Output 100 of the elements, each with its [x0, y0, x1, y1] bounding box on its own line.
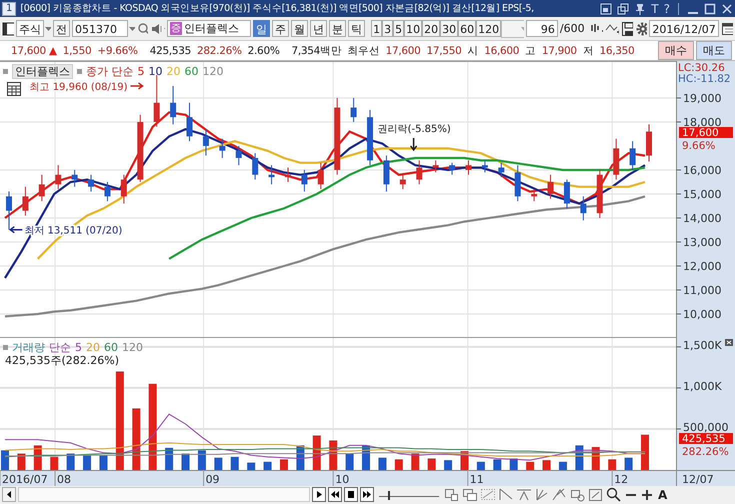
- bar: [1, 450, 9, 470]
- candlestick: [482, 160, 488, 173]
- period-tab[interactable]: 월: [290, 20, 308, 37]
- rewind-icon[interactable]: [328, 487, 342, 502]
- interval-button[interactable]: 30: [440, 20, 458, 37]
- bar: [493, 459, 502, 470]
- stock-code-field[interactable]: 051370: [72, 20, 128, 37]
- scrollbar[interactable]: [18, 487, 310, 502]
- interval-button[interactable]: 20: [422, 20, 440, 37]
- table-icon[interactable]: [7, 82, 21, 96]
- candlestick: [465, 160, 472, 176]
- fan-line-icon[interactable]: [534, 487, 550, 502]
- horizontal-line-icon[interactable]: [516, 487, 532, 502]
- close-icon[interactable]: [721, 2, 733, 14]
- angle-line-icon[interactable]: [552, 487, 568, 502]
- window-copy-icon[interactable]: [617, 2, 630, 14]
- candlestick: [88, 174, 94, 192]
- title-button[interactable]: ?: [664, 2, 670, 16]
- candlestick: [22, 186, 28, 216]
- candlestick: [186, 102, 193, 142]
- zoom-slider[interactable]: [379, 492, 439, 497]
- close-pane-icon[interactable]: [725, 339, 733, 346]
- date-axis-label: 08: [57, 473, 72, 486]
- legend-label: 단순: [49, 340, 71, 355]
- bar: [198, 450, 206, 470]
- bar: [624, 458, 633, 470]
- save-icon[interactable]: [621, 20, 634, 36]
- previous-button[interactable]: 전: [53, 20, 70, 37]
- count-field[interactable]: 96: [526, 20, 558, 37]
- candlestick: [236, 145, 242, 166]
- change-percent: +9.66%: [97, 44, 138, 56]
- trend-line-icon[interactable]: [498, 487, 514, 502]
- date-field[interactable]: 2016/12/07: [649, 20, 719, 37]
- candlestick: [564, 179, 570, 209]
- period-tab[interactable]: 틱: [348, 20, 365, 37]
- window-layout-icon[interactable]: [600, 2, 612, 14]
- text-tool-button[interactable]: A: [656, 488, 670, 502]
- bar: [50, 456, 58, 470]
- volume-ratio: 282.26%: [197, 44, 242, 56]
- low-label: 저: [582, 44, 594, 58]
- buy-button[interactable]: 매수: [658, 41, 694, 60]
- candlestick: [613, 138, 620, 180]
- window-icon[interactable]: [444, 487, 460, 502]
- panel-icon[interactable]: [2, 20, 14, 36]
- bar: [148, 384, 157, 470]
- settings-icon[interactable]: [635, 20, 648, 36]
- open-label: 시: [467, 44, 478, 58]
- price-axis-label: 16,000: [683, 164, 722, 177]
- volume-axis-label: 500,000: [683, 420, 728, 434]
- candlestick: [38, 174, 45, 202]
- interval-button[interactable]: 3: [382, 20, 394, 37]
- scroll-left-icon[interactable]: [2, 487, 16, 502]
- stop-icon[interactable]: [344, 487, 358, 502]
- fast-forward-icon[interactable]: [360, 487, 374, 502]
- maximize-icon[interactable]: [704, 2, 716, 14]
- candlestick: [383, 155, 390, 192]
- sell-button[interactable]: 매도: [696, 41, 732, 60]
- resize-icon[interactable]: [588, 487, 604, 502]
- stock-name-tag[interactable]: 인터플렉스: [12, 64, 73, 79]
- title-button[interactable]: T: [651, 2, 659, 16]
- annotation-label: 권리락(-5.85%): [378, 124, 451, 135]
- period-tab[interactable]: 분: [328, 20, 346, 37]
- bar: [608, 459, 616, 470]
- stock-name-field[interactable]: 증 인터플렉스: [167, 20, 251, 37]
- pin-icon[interactable]: [634, 2, 646, 14]
- period-tab[interactable]: 년: [310, 20, 327, 37]
- candlestick: [219, 138, 226, 158]
- volume-legend-label: 거래량: [12, 340, 45, 355]
- overlap-icon[interactable]: [462, 487, 478, 502]
- play-icon[interactable]: [312, 487, 326, 502]
- period-tab[interactable]: 일: [252, 20, 270, 37]
- bar: [542, 460, 551, 470]
- candlestick: [252, 152, 258, 180]
- dotted-grid-icon[interactable]: [480, 487, 496, 502]
- interval-button[interactable]: 5: [393, 20, 404, 37]
- bar: [378, 458, 386, 470]
- candlestick: [514, 164, 521, 202]
- price-axis-label: 11,000: [683, 284, 722, 297]
- volume-marker: 425,535: [679, 433, 733, 445]
- interval-button[interactable]: 60: [458, 20, 476, 37]
- date-axis-label: 12: [614, 473, 628, 486]
- candlestick: [6, 191, 12, 230]
- candlestick: [580, 196, 586, 221]
- legend-marker-icon: [3, 345, 8, 350]
- interval-button[interactable]: 1: [371, 20, 382, 37]
- period-tab[interactable]: 주: [272, 20, 289, 37]
- interval-button[interactable]: 120: [476, 20, 502, 37]
- shape-icon[interactable]: [570, 487, 586, 502]
- candlestick: [432, 160, 439, 173]
- plus-icon[interactable]: [640, 487, 654, 502]
- candlestick: [596, 169, 603, 218]
- annotation-arrow: [410, 137, 418, 152]
- price-change: 1,550: [62, 44, 92, 56]
- candlestick: [548, 174, 554, 200]
- window-title: [0600] 키움종합차트 - KOSDAQ 외국인보유[970(천)] 주식수[16,381(천)] 액면[500] 자본금[82(억)] 결산[12월] EPS[-5,: [20, 2, 535, 15]
- bar: [182, 454, 190, 470]
- interval-button[interactable]: 10: [404, 20, 422, 37]
- bar: [280, 459, 288, 470]
- calendar-icon[interactable]: [720, 20, 733, 36]
- search-icon[interactable]: [606, 487, 622, 502]
